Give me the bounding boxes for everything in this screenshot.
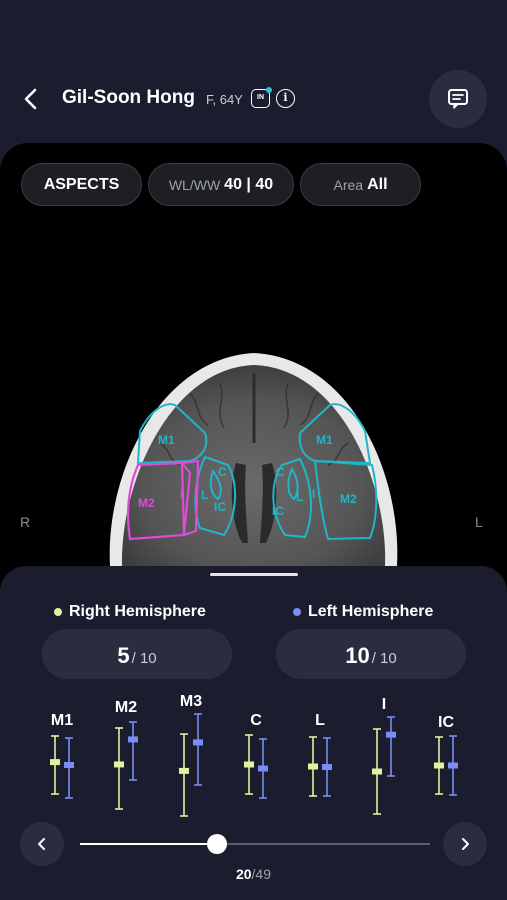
slice-total: /49 [251, 866, 272, 882]
score-panel: Right Hemisphere Left Hemisphere 5 / 10 … [0, 566, 507, 900]
patient-name: Gil-Soon Hong [62, 87, 195, 108]
region-label-right-m1: M1 [158, 433, 175, 447]
chevron-left-icon [24, 88, 37, 110]
region-ic-right-bar [434, 736, 444, 795]
region-m2-left-bar [128, 721, 138, 781]
region-c-right-bar [244, 734, 254, 795]
region-m3-left-bar [193, 713, 203, 786]
next-slice-button[interactable] [443, 822, 487, 866]
region-label-left-i: I [312, 487, 315, 501]
chevron-right-icon [462, 838, 469, 850]
right-side-marker: R [20, 514, 31, 530]
patient-meta: F, 64Y [206, 92, 243, 107]
chevron-left-icon [38, 838, 45, 850]
region-l-right-bar [308, 736, 318, 797]
inpatient-badge-text: IN [257, 94, 264, 101]
region-bar-chart [50, 713, 458, 817]
slice-slider-fill [80, 843, 217, 845]
region-label-right-c: C [218, 465, 227, 479]
region-i-right-bar [372, 728, 382, 815]
prev-slice-button[interactable] [20, 822, 64, 866]
ct-image-viewer[interactable]: ASPECTS WL/WW 40 | 40 Area All M1 M2 I L… [0, 143, 507, 623]
region-label-left-c: C [276, 465, 285, 479]
region-c-left-bar [258, 738, 268, 799]
ct-brain-scan: M1 M2 I L C IC M1 M2 C L I IC [109, 353, 398, 566]
region-label-left-m1: M1 [316, 433, 333, 447]
region-ic-left-bar [448, 735, 458, 796]
back-button[interactable] [18, 86, 44, 112]
region-label-right-i: I [180, 487, 183, 501]
region-m1-right-bar [50, 735, 60, 795]
info-icon[interactable]: i [276, 89, 295, 108]
region-l-left-bar [322, 737, 332, 797]
slice-counter: 20/49 [0, 866, 507, 882]
message-icon [448, 89, 468, 109]
region-m1-left-bar [64, 737, 74, 799]
region-m3-right-bar [179, 733, 189, 817]
slice-slider-thumb[interactable] [206, 834, 227, 854]
region-m2-right-bar [114, 727, 124, 810]
region-label-left-l: L [296, 490, 303, 504]
region-label-left-m2: M2 [340, 492, 357, 506]
region-label-right-m2: M2 [138, 496, 155, 510]
left-side-marker: L [475, 514, 483, 530]
region-label-right-l: L [201, 488, 208, 502]
app-header: Gil-Soon Hong F, 64Y IN i [0, 0, 507, 145]
slice-slider-track[interactable] [80, 843, 430, 845]
report-button[interactable] [429, 70, 487, 128]
region-i-left-bar [386, 716, 396, 777]
slice-current: 20 [235, 866, 252, 882]
region-label-right-ic: IC [214, 500, 226, 514]
inpatient-badge-icon: IN [251, 87, 272, 108]
region-label-left-ic: IC [272, 504, 284, 518]
